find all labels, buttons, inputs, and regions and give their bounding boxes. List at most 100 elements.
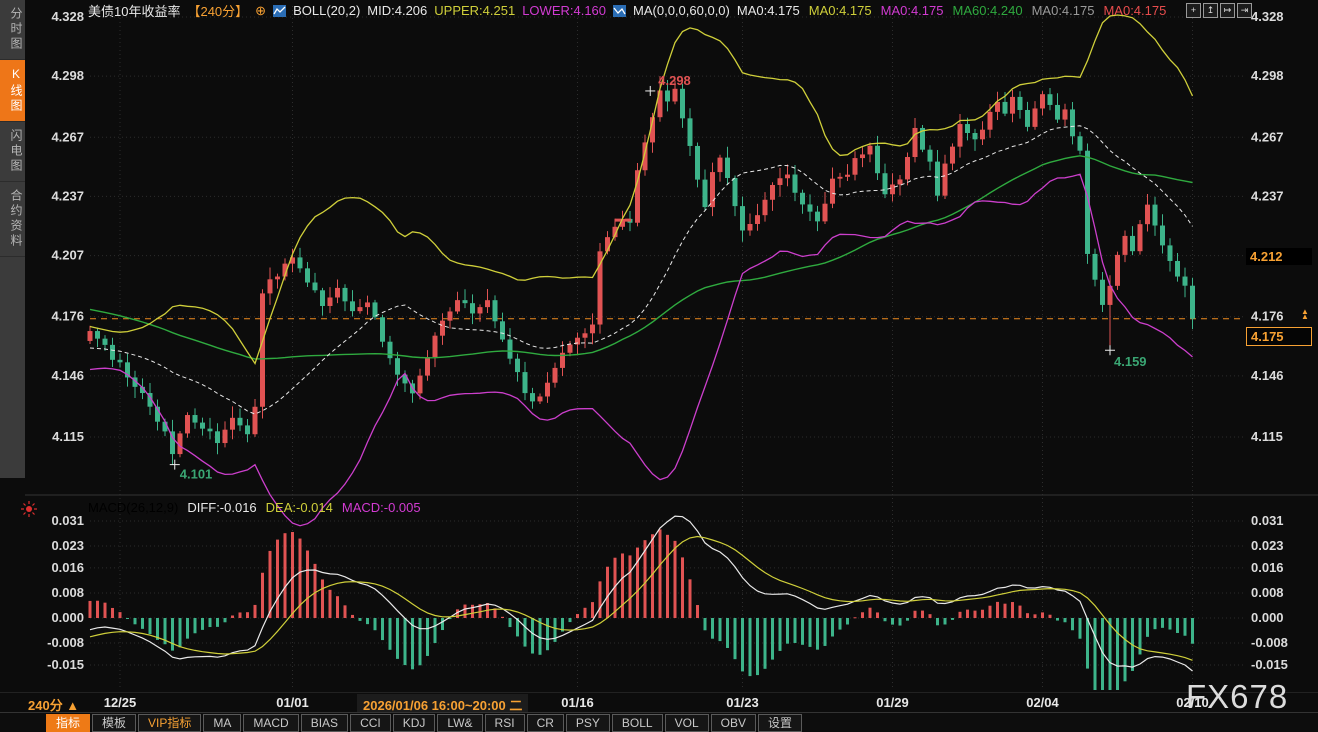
ma-value: MA0:4.175 xyxy=(1103,3,1166,18)
period-label[interactable]: 【240分】 xyxy=(187,1,248,20)
toolbar-button[interactable]: MACD xyxy=(243,714,298,732)
axis-tick-label: 4.237 xyxy=(51,188,84,203)
sidebar-item[interactable]: 分时图 xyxy=(0,0,25,60)
close-pane-icon[interactable]: ⇥ xyxy=(1237,3,1252,18)
price-annotation: 4.298 xyxy=(658,73,691,88)
toolbar-button[interactable]: VOL xyxy=(665,714,709,732)
axis-tick-label: 4.328 xyxy=(1251,9,1284,24)
price-annotation: 4.159 xyxy=(1114,354,1147,369)
ma-value: MA0:4.175 xyxy=(809,3,872,18)
candles-layer xyxy=(88,76,1196,464)
axis-tick-label: 0.031 xyxy=(51,513,84,528)
macd-diff-value: DIFF:-0.016 xyxy=(187,500,256,515)
move-icon[interactable]: + xyxy=(1186,3,1201,18)
date-tick-label: 01/23 xyxy=(713,695,773,710)
sidebar-item[interactable]: 合约资料 xyxy=(0,182,25,257)
window-controls: +↥↦⇥ xyxy=(1186,3,1252,18)
axis-tick-label: 0.023 xyxy=(1251,538,1284,553)
sidebar-item[interactable]: K线图 xyxy=(0,60,25,122)
macd-name: MACD(26,12,9) xyxy=(88,500,178,515)
ma-value: MA0:4.175 xyxy=(881,3,944,18)
macd-dea-value: DEA:-0.014 xyxy=(266,500,333,515)
axis-tick-label: -0.008 xyxy=(1251,635,1288,650)
ma-values: MA0:4.175 MA0:4.175 MA0:4.175 MA60:4.240 MA0… xyxy=(737,3,1166,18)
price-arrow-marker: ▲▲ xyxy=(1301,309,1309,319)
toolbar-button[interactable]: CCI xyxy=(350,714,391,732)
date-tick-label: 01/01 xyxy=(263,695,323,710)
axis-tick-label: -0.008 xyxy=(47,635,84,650)
toolbar-button[interactable]: LW& xyxy=(437,714,482,732)
macd-readout: MACD(26,12,9) DIFF:-0.016 DEA:-0.014 MAC… xyxy=(88,500,421,515)
alarm-icon[interactable] xyxy=(21,501,37,517)
ma60-line xyxy=(90,156,1193,359)
axis-tick-label: 0.008 xyxy=(1251,585,1284,600)
settings-icon[interactable]: ⊕ xyxy=(255,3,266,19)
price-annotation: 4.101 xyxy=(180,467,213,482)
boll-lower-line xyxy=(90,174,1193,525)
next-pane-icon[interactable]: ↦ xyxy=(1220,3,1235,18)
axis-tick-label: 0.000 xyxy=(51,610,84,625)
axis-tick-label: 4.115 xyxy=(52,429,84,444)
toolbar-button[interactable]: CR xyxy=(527,714,564,732)
boll-name: BOLL(20,2) xyxy=(293,3,360,18)
date-tick-label: 01/29 xyxy=(863,695,923,710)
zoom-axis-icon[interactable]: ↥ xyxy=(1203,3,1218,18)
boll-upper-line xyxy=(90,15,1193,364)
axis-tick-label: 0.023 xyxy=(51,538,84,553)
macd-hist-value: MACD:-0.005 xyxy=(342,500,421,515)
reference-price-box: 4.212 xyxy=(1246,248,1312,265)
toolbar-button[interactable]: BOLL xyxy=(612,714,663,732)
chart-header: 美债10年收益率 【240分】 ⊕ BOLL(20,2) MID:4.206 U… xyxy=(88,3,1166,18)
axis-tick-label: 0.016 xyxy=(51,560,84,575)
watermark: FX678 xyxy=(1186,678,1288,716)
axis-tick-label: 4.146 xyxy=(51,368,84,383)
macd-diff-line xyxy=(90,516,1193,671)
toolbar-button[interactable]: 设置 xyxy=(758,714,802,732)
ma-name: MA(0,0,0,60,0,0) xyxy=(633,3,730,18)
candlestick-chart[interactable]: 4.3284.3284.2984.2984.2674.2674.2374.237… xyxy=(0,0,1318,692)
axis-tick-label: 4.298 xyxy=(51,68,84,83)
axis-tick-label: 4.237 xyxy=(1251,188,1284,203)
toolbar-button[interactable]: 指标 xyxy=(46,714,90,732)
toolbar-button[interactable]: VIP指标 xyxy=(138,714,201,732)
sidebar: 分时图K线图闪电图合约资料 xyxy=(0,0,25,478)
date-tick-label: 12/25 xyxy=(90,695,150,710)
sidebar-item[interactable]: 闪电图 xyxy=(0,122,25,182)
macd-histogram xyxy=(89,529,1195,690)
axis-tick-label: 4.328 xyxy=(51,9,84,24)
axis-tick-label: -0.015 xyxy=(1251,657,1288,672)
ma-value: MA60:4.240 xyxy=(952,3,1022,18)
boll-mid: MID:4.206 xyxy=(367,3,427,18)
axis-tick-label: 0.008 xyxy=(51,585,84,600)
toolbar-button[interactable]: OBV xyxy=(711,714,756,732)
axis-tick-label: 0.000 xyxy=(1251,610,1284,625)
toolbar-button[interactable]: BIAS xyxy=(301,714,348,732)
ma-value: MA0:4.175 xyxy=(737,3,800,18)
axis-tick-label: 0.016 xyxy=(1251,560,1284,575)
axis-tick-label: 4.176 xyxy=(1251,309,1284,324)
axis-tick-label: -0.015 xyxy=(47,657,84,672)
date-tick-label: 01/16 xyxy=(548,695,608,710)
toolbar-button[interactable]: PSY xyxy=(566,714,610,732)
axis-tick-label: 0.031 xyxy=(1251,513,1284,528)
boll-lower: LOWER:4.160 xyxy=(522,3,606,18)
axis-tick-label: 4.115 xyxy=(1251,429,1283,444)
ma-chart-icon xyxy=(613,5,626,17)
axis-tick-label: 4.146 xyxy=(1251,368,1284,383)
chart-app: 4.3284.3284.2984.2984.2674.2674.2374.237… xyxy=(0,0,1318,732)
instrument-title: 美债10年收益率 xyxy=(88,1,180,20)
axis-tick-label: 4.267 xyxy=(1251,129,1284,144)
toolbar-button[interactable]: 模板 xyxy=(92,714,136,732)
toolbar-button[interactable]: KDJ xyxy=(393,714,436,732)
toolbar-button[interactable]: MA xyxy=(203,714,241,732)
date-tick-label: 02/04 xyxy=(1013,695,1073,710)
boll-upper: UPPER:4.251 xyxy=(434,3,515,18)
current-price-box: 4.175 xyxy=(1246,327,1312,346)
toolbar-button[interactable]: RSI xyxy=(485,714,525,732)
indicator-toolbar: 指标模板VIP指标MAMACDBIASCCIKDJLW&RSICRPSYBOLL… xyxy=(0,712,1318,732)
ma-value: MA0:4.175 xyxy=(1032,3,1095,18)
axis-tick-label: 4.207 xyxy=(51,248,84,263)
axis-tick-label: 4.176 xyxy=(51,309,84,324)
axis-tick-label: 4.298 xyxy=(1251,68,1284,83)
boll-chart-icon xyxy=(273,5,286,17)
